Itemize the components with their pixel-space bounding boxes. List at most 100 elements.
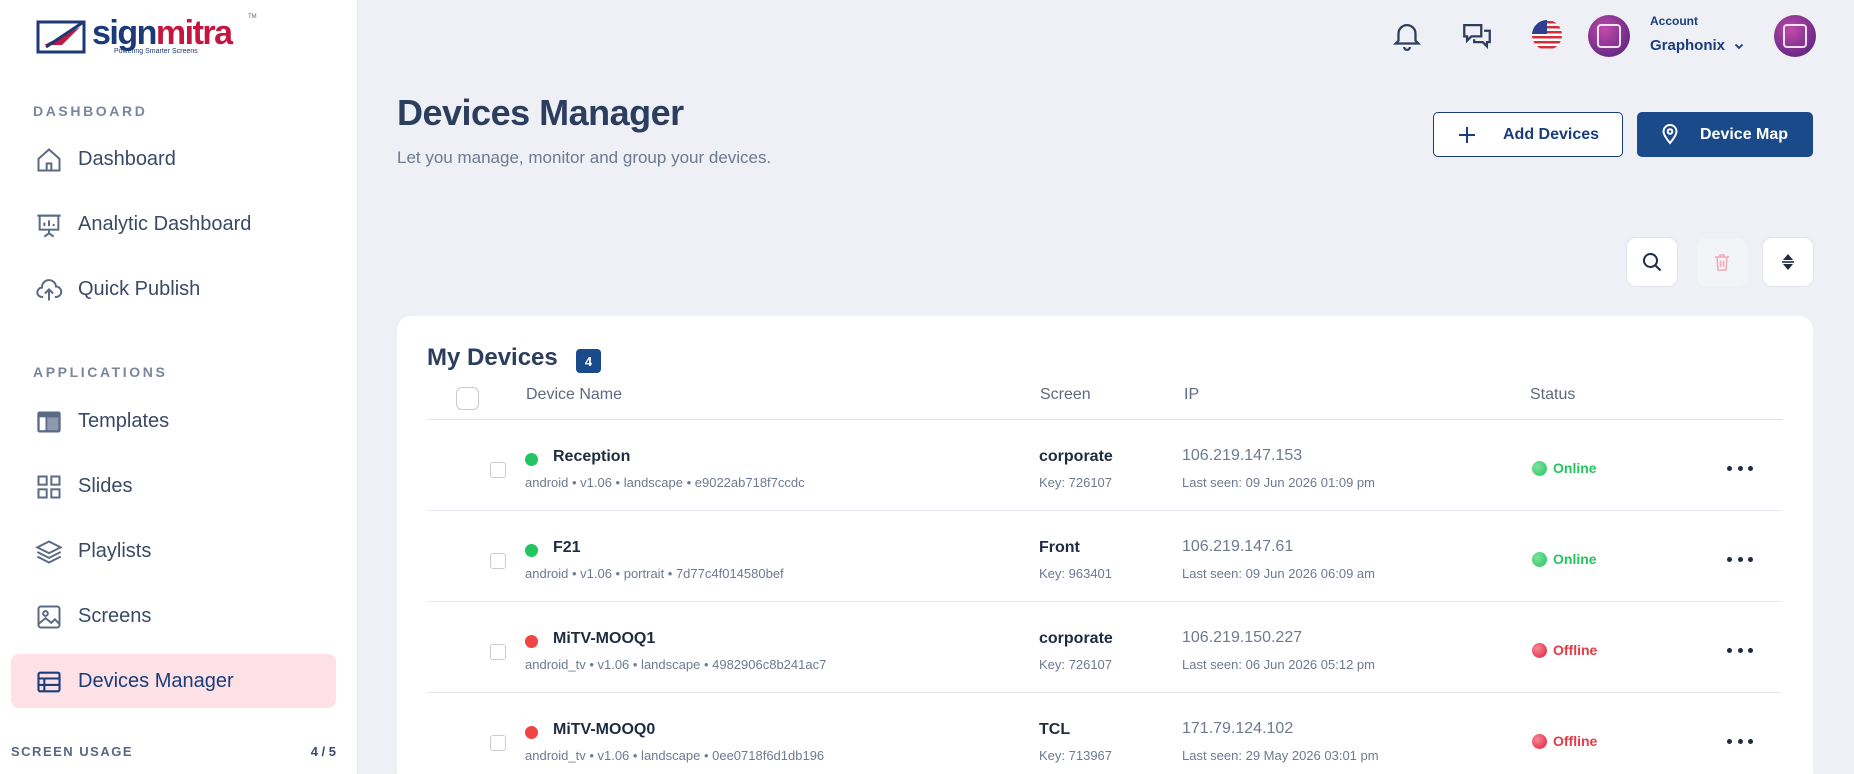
screen-usage: SCREEN USAGE 4 / 5 bbox=[11, 744, 336, 759]
column-header-ip[interactable]: IP bbox=[1184, 386, 1199, 404]
device-meta: android • v1.06 • landscape • e9022ab718… bbox=[525, 475, 805, 490]
section-label-dashboard: DASHBOARD bbox=[33, 103, 148, 119]
column-header-status[interactable]: Status bbox=[1530, 386, 1575, 404]
device-name[interactable]: MiTV-MOOQ0 bbox=[553, 721, 655, 739]
device-last-seen: Last seen: 09 Jun 2026 06:09 am bbox=[1182, 566, 1375, 581]
table-row[interactable]: MiTV-MOOQ0 android_tv • v1.06 • landscap… bbox=[427, 693, 1782, 774]
device-ip: 106.219.147.61 bbox=[1182, 538, 1294, 555]
bell-icon[interactable] bbox=[1390, 18, 1424, 52]
device-screen: corporate bbox=[1039, 630, 1113, 647]
device-key: Key: 963401 bbox=[1039, 566, 1113, 581]
status-badge: Online bbox=[1532, 551, 1597, 567]
device-last-seen: Last seen: 06 Jun 2026 05:12 pm bbox=[1182, 657, 1375, 672]
sidebar-item-label: Devices Manager bbox=[78, 669, 234, 692]
column-header-device-name[interactable]: Device Name bbox=[526, 386, 622, 404]
sidebar-item-templates[interactable]: Templates bbox=[11, 394, 336, 448]
account-label: Account bbox=[1650, 14, 1698, 28]
status-text: Online bbox=[1553, 460, 1597, 476]
sidebar-item-label: Analytic Dashboard bbox=[78, 212, 252, 235]
account-switcher[interactable]: Account Graphonix bbox=[1650, 14, 1745, 54]
row-checkbox[interactable] bbox=[490, 644, 506, 660]
chevron-down-icon bbox=[1734, 43, 1744, 49]
account-name: Graphonix bbox=[1650, 37, 1726, 54]
sort-button[interactable] bbox=[1762, 237, 1814, 287]
status-badge: Offline bbox=[1532, 642, 1597, 658]
table-row[interactable]: F21 android • v1.06 • portrait • 7d77c4f… bbox=[427, 511, 1782, 602]
screen-usage-value: 4 / 5 bbox=[310, 744, 336, 759]
table-row[interactable]: MiTV-MOOQ1 android_tv • v1.06 • landscap… bbox=[427, 602, 1782, 693]
sidebar-item-screens[interactable]: Screens bbox=[11, 589, 336, 643]
device-count-badge: 4 bbox=[576, 349, 601, 373]
search-button[interactable] bbox=[1626, 237, 1678, 287]
table-row[interactable]: Reception android • v1.06 • landscape • … bbox=[427, 420, 1782, 511]
account-avatar[interactable] bbox=[1588, 15, 1630, 57]
layers-icon bbox=[35, 540, 63, 564]
more-actions-icon[interactable] bbox=[1727, 549, 1753, 569]
sidebar-item-dashboard[interactable]: Dashboard bbox=[11, 132, 336, 186]
add-devices-label: Add Devices bbox=[1503, 125, 1600, 143]
more-actions-icon[interactable] bbox=[1727, 731, 1753, 751]
signmitra-logo[interactable]: signmitra Powering Smarter Screens TM bbox=[36, 14, 257, 55]
logo-sign-text: sign bbox=[92, 14, 157, 52]
device-map-label: Device Map bbox=[1700, 125, 1789, 143]
sidebar-item-label: Screens bbox=[78, 604, 152, 627]
more-actions-icon[interactable] bbox=[1727, 458, 1753, 478]
device-last-seen: Last seen: 29 May 2026 03:01 pm bbox=[1182, 748, 1379, 763]
sidebar-item-label: Playlists bbox=[78, 539, 152, 562]
more-actions-icon[interactable] bbox=[1727, 640, 1753, 660]
device-name[interactable]: Reception bbox=[553, 448, 630, 466]
row-checkbox[interactable] bbox=[490, 462, 506, 478]
delete-button[interactable] bbox=[1696, 237, 1748, 287]
device-key: Key: 726107 bbox=[1039, 475, 1113, 490]
template-icon bbox=[37, 411, 61, 433]
table-icon bbox=[37, 671, 61, 693]
sidebar-item-analytic-dashboard[interactable]: Analytic Dashboard bbox=[11, 197, 336, 251]
add-devices-button[interactable]: Add Devices bbox=[1433, 112, 1623, 157]
presentation-chart-icon bbox=[37, 214, 61, 238]
sidebar-item-devices-manager[interactable]: Devices Manager bbox=[11, 654, 336, 708]
page-title: Devices Manager bbox=[397, 92, 684, 133]
my-devices-title: My Devices bbox=[427, 344, 558, 371]
page-subtitle: Let you manage, monitor and group your d… bbox=[397, 148, 772, 167]
section-label-applications: APPLICATIONS bbox=[33, 364, 168, 380]
sidebar-item-label: Dashboard bbox=[78, 147, 176, 170]
sidebar: signmitra Powering Smarter Screens TM DA… bbox=[0, 0, 358, 774]
search-icon bbox=[1643, 253, 1662, 272]
device-screen: TCL bbox=[1039, 721, 1071, 738]
device-map-button[interactable]: Device Map bbox=[1637, 112, 1813, 157]
sidebar-item-quick-publish[interactable]: Quick Publish bbox=[11, 262, 336, 316]
trash-icon bbox=[1715, 254, 1729, 271]
chat-icon[interactable] bbox=[1460, 18, 1494, 52]
status-text: Offline bbox=[1553, 733, 1598, 749]
device-name[interactable]: F21 bbox=[553, 539, 581, 557]
online-indicator bbox=[525, 544, 538, 557]
sidebar-item-playlists[interactable]: Playlists bbox=[11, 524, 336, 578]
sidebar-item-label: Templates bbox=[78, 409, 170, 432]
device-key: Key: 726107 bbox=[1039, 657, 1113, 672]
status-badge: Online bbox=[1532, 460, 1597, 476]
sidebar-item-slides[interactable]: Slides bbox=[11, 459, 336, 513]
logo-trademark: TM bbox=[248, 14, 257, 20]
user-avatar[interactable] bbox=[1774, 15, 1816, 57]
device-last-seen: Last seen: 09 Jun 2026 01:09 pm bbox=[1182, 475, 1375, 490]
image-icon bbox=[37, 605, 61, 629]
grid-icon bbox=[37, 475, 61, 499]
row-checkbox[interactable] bbox=[490, 735, 506, 751]
offline-indicator bbox=[525, 726, 538, 739]
us-flag-icon[interactable] bbox=[1531, 19, 1563, 51]
select-all-checkbox[interactable] bbox=[456, 387, 479, 410]
logo-mitra-text: mitra bbox=[155, 14, 233, 52]
home-icon bbox=[37, 148, 61, 172]
device-key: Key: 713967 bbox=[1039, 748, 1113, 763]
device-ip: 106.219.147.153 bbox=[1182, 447, 1303, 464]
screen-usage-label: SCREEN USAGE bbox=[11, 744, 134, 759]
device-meta: android_tv • v1.06 • landscape • 0ee0718… bbox=[525, 748, 825, 763]
device-name[interactable]: MiTV-MOOQ1 bbox=[553, 630, 655, 648]
cloud-upload-icon bbox=[36, 279, 63, 301]
sort-icon bbox=[1782, 254, 1794, 270]
offline-indicator bbox=[525, 635, 538, 648]
column-header-screen[interactable]: Screen bbox=[1040, 386, 1091, 404]
plus-icon bbox=[1459, 127, 1475, 143]
row-checkbox[interactable] bbox=[490, 553, 506, 569]
sidebar-item-label: Quick Publish bbox=[78, 277, 201, 300]
